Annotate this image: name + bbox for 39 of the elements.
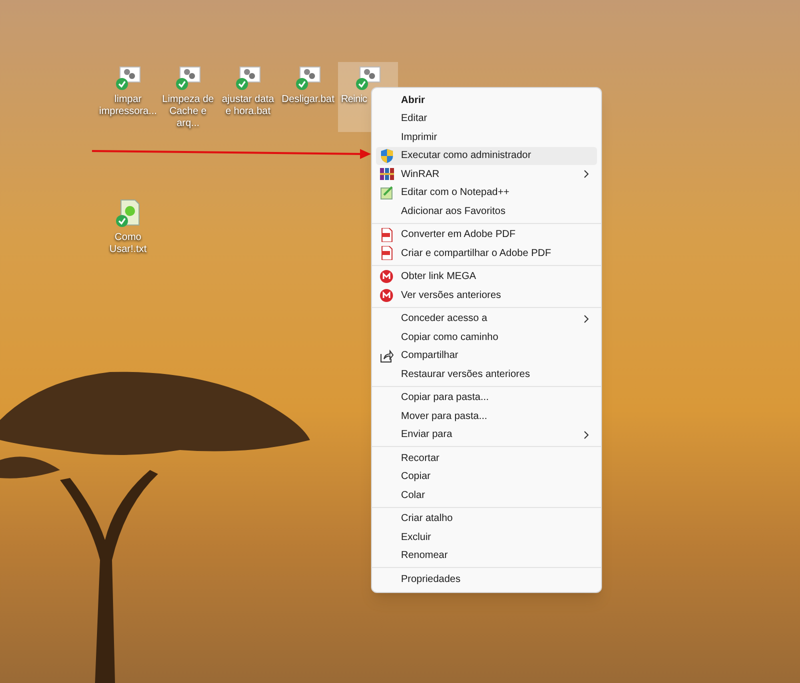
mega-logo-icon xyxy=(380,270,393,284)
chevron-right-icon xyxy=(584,430,589,439)
menu-item[interactable]: Renomear xyxy=(376,546,597,565)
share-icon xyxy=(380,348,394,363)
menu-item[interactable]: Conceder acesso a xyxy=(376,310,597,328)
gears-file-icon xyxy=(175,65,201,91)
menu-item[interactable]: Criar e compartilhar o Adobe PDF xyxy=(376,244,597,262)
menu-item[interactable]: Copiar como caminho xyxy=(376,328,597,346)
mega-logo-icon xyxy=(380,288,393,302)
menu-item[interactable]: Recortar xyxy=(376,449,597,468)
shield-icon xyxy=(380,148,394,163)
menu-item[interactable]: Enviar para xyxy=(376,426,597,444)
pdf-file-icon xyxy=(380,228,394,242)
menu-item[interactable]: Propriedades xyxy=(376,570,597,588)
gears-file-icon xyxy=(235,65,261,91)
notepad-icon xyxy=(380,186,394,200)
menu-item[interactable]: Ver versões anteriores xyxy=(376,286,597,304)
menu-item[interactable]: Mover para pasta... xyxy=(376,407,597,426)
books-icon xyxy=(380,167,394,182)
gears-file-icon xyxy=(115,65,141,91)
menu-item[interactable]: Copiar para pasta... xyxy=(376,388,597,407)
menu-item[interactable]: Editar com o Notepad++ xyxy=(376,184,597,202)
menu-item[interactable]: Obter link MEGA xyxy=(376,268,597,286)
gears-file-icon xyxy=(295,65,321,91)
menu-item[interactable]: Adicionar aos Favoritos xyxy=(376,202,597,220)
menu-item[interactable]: Converter em Adobe PDF xyxy=(376,226,597,244)
chevron-right-icon xyxy=(584,170,589,178)
menu-item[interactable]: WinRAR xyxy=(376,165,597,184)
menu-item[interactable]: Criar atalho xyxy=(376,510,597,528)
menu-item[interactable]: Copiar xyxy=(376,468,597,486)
chevron-right-icon xyxy=(584,314,589,323)
gears-file-icon xyxy=(355,65,381,91)
menu-item[interactable]: Compartilhar xyxy=(376,346,597,365)
text-file-icon xyxy=(115,199,141,229)
menu-item[interactable]: Excluir xyxy=(376,528,597,546)
menu-item[interactable]: Restaurar versões anteriores xyxy=(376,365,597,384)
menu-item[interactable]: Executar como administrador xyxy=(376,146,597,165)
menu-item[interactable]: Colar xyxy=(376,486,597,504)
pdf-file-icon xyxy=(380,246,394,260)
